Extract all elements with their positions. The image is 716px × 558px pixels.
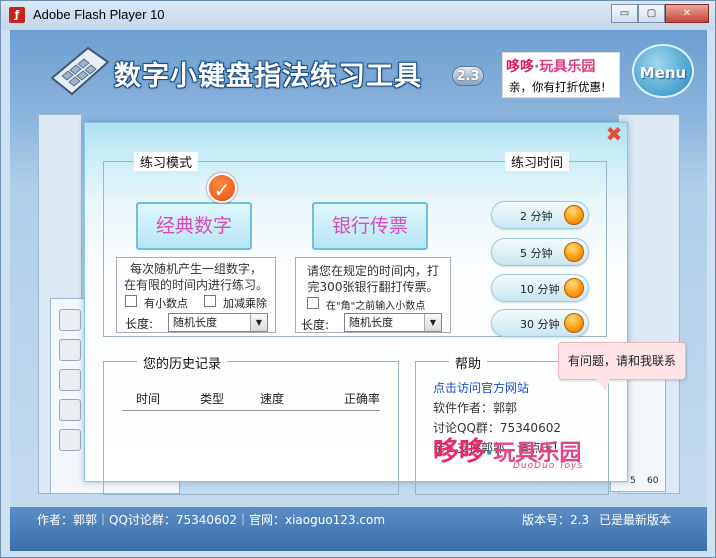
arithmetic-label: 加减乘除 bbox=[223, 297, 267, 310]
decimal-point-label: 有小数点 bbox=[144, 297, 188, 310]
keyboard-icon bbox=[50, 46, 110, 96]
chevron-down-icon: ▼ bbox=[424, 314, 441, 331]
mode-button-bank-voucher[interactable]: 银行传票 bbox=[312, 202, 428, 250]
selected-check-icon: ✓ bbox=[207, 173, 237, 203]
title-bar[interactable]: ƒ Adobe Flash Player 10 ▭ ▢ ✕ bbox=[1, 1, 715, 30]
history-column-speed: 速度 bbox=[260, 392, 285, 406]
tooltip-tail bbox=[596, 379, 610, 391]
duoduo-logo: 哆哆·玩具乐园 bbox=[506, 59, 596, 75]
mode-button-classic[interactable]: 经典数字 bbox=[136, 202, 252, 250]
orange-led-icon bbox=[564, 242, 584, 262]
bg-key bbox=[59, 309, 81, 331]
history-column-time: 时间 bbox=[136, 392, 161, 406]
mode-select-dialog: ✖ 练习模式 练习时间 经典数字 ✓ 每次随机产生一组数字， 在有限的时间内进行… bbox=[84, 122, 628, 495]
help-title: 帮助 bbox=[449, 353, 488, 372]
promo-banner[interactable]: 哆哆·玩具乐园 亲，你有打折优惠! bbox=[502, 52, 620, 98]
orange-led-icon bbox=[564, 205, 584, 225]
arithmetic-checkbox[interactable] bbox=[204, 295, 216, 307]
footer-version: 版本号：2.3 bbox=[522, 513, 590, 527]
bg-key bbox=[59, 429, 81, 451]
time-option-2min[interactable]: 2 分钟 bbox=[491, 201, 589, 229]
history-column-accuracy: 正确率 bbox=[344, 392, 381, 406]
length-select-classic[interactable]: 随机长度 ▼ bbox=[168, 313, 268, 332]
orange-led-icon bbox=[564, 313, 584, 333]
axis-label: 5 bbox=[630, 476, 636, 486]
official-website-link[interactable]: 点击访问官方网站 bbox=[433, 379, 529, 396]
description-line: 完300张银行翻打传票。 bbox=[307, 280, 439, 294]
flash-icon: ƒ bbox=[9, 7, 25, 23]
length-select-bank[interactable]: 随机长度 ▼ bbox=[344, 313, 442, 332]
dialog-close-icon[interactable]: ✖ bbox=[605, 124, 623, 144]
chevron-down-icon: ▼ bbox=[250, 314, 267, 331]
length-label: 长度: bbox=[301, 318, 330, 332]
window-controls: ▭ ▢ ✕ bbox=[611, 4, 709, 23]
window-title: Adobe Flash Player 10 bbox=[33, 7, 165, 22]
close-button[interactable]: ✕ bbox=[665, 4, 709, 23]
history-group[interactable]: 时间 类型 速度 正确率 bbox=[103, 361, 399, 495]
duoduo-toys-subtitle: DuoDuo Toys bbox=[513, 461, 584, 471]
time-option-10min[interactable]: 10 分钟 bbox=[491, 274, 589, 302]
length-label: 长度: bbox=[125, 317, 154, 331]
bg-key bbox=[59, 399, 81, 421]
author-text: 软件作者：郭郭 bbox=[433, 401, 518, 415]
description-line: 在有限的时间内进行练习。 bbox=[123, 278, 268, 292]
practice-time-title: 练习时间 bbox=[505, 152, 570, 171]
practice-mode-title: 练习模式 bbox=[134, 152, 199, 171]
bg-key bbox=[59, 339, 81, 361]
time-option-30min[interactable]: 30 分钟 bbox=[491, 309, 589, 337]
footer-credits: 作者：郭郭｜QQ讨论群：75340602｜官网：xiaoguo123.com bbox=[37, 513, 386, 527]
orange-led-icon bbox=[564, 278, 584, 298]
decimal-before-jiao-checkbox[interactable] bbox=[307, 297, 319, 309]
version-badge: 2.3 bbox=[452, 66, 484, 86]
decimal-point-checkbox[interactable] bbox=[125, 295, 137, 307]
app-title: 数字小键盘指法练习工具 bbox=[114, 61, 422, 92]
time-option-5min[interactable]: 5 分钟 bbox=[491, 238, 589, 266]
bg-key bbox=[59, 369, 81, 391]
promo-text: 亲，你有打折优惠! bbox=[509, 80, 606, 94]
minimize-button[interactable]: ▭ bbox=[611, 4, 638, 23]
contact-tooltip: 有问题，请和我联系 bbox=[558, 342, 686, 380]
flash-content: 数字小键盘指法练习工具 2.3 哆哆·玩具乐园 亲，你有打折优惠! Menu 5… bbox=[10, 30, 707, 551]
axis-label: 60 bbox=[647, 476, 659, 486]
flash-player-window: ƒ Adobe Flash Player 10 ▭ ▢ ✕ 数字小键盘指法练习工… bbox=[0, 0, 716, 558]
description-line: 每次随机产生一组数字， bbox=[129, 262, 262, 276]
history-column-type: 类型 bbox=[200, 392, 225, 406]
history-divider bbox=[122, 410, 380, 411]
footer-status[interactable]: 已是最新版本 bbox=[599, 511, 671, 528]
restore-button[interactable]: ▢ bbox=[638, 4, 665, 23]
menu-button[interactable]: Menu bbox=[632, 44, 694, 98]
history-title: 您的历史记录 bbox=[137, 353, 228, 372]
decimal-before-jiao-label: 在"角"之前输入小数点 bbox=[326, 301, 426, 312]
description-line: 请您在规定的时间内，打 bbox=[306, 264, 439, 278]
